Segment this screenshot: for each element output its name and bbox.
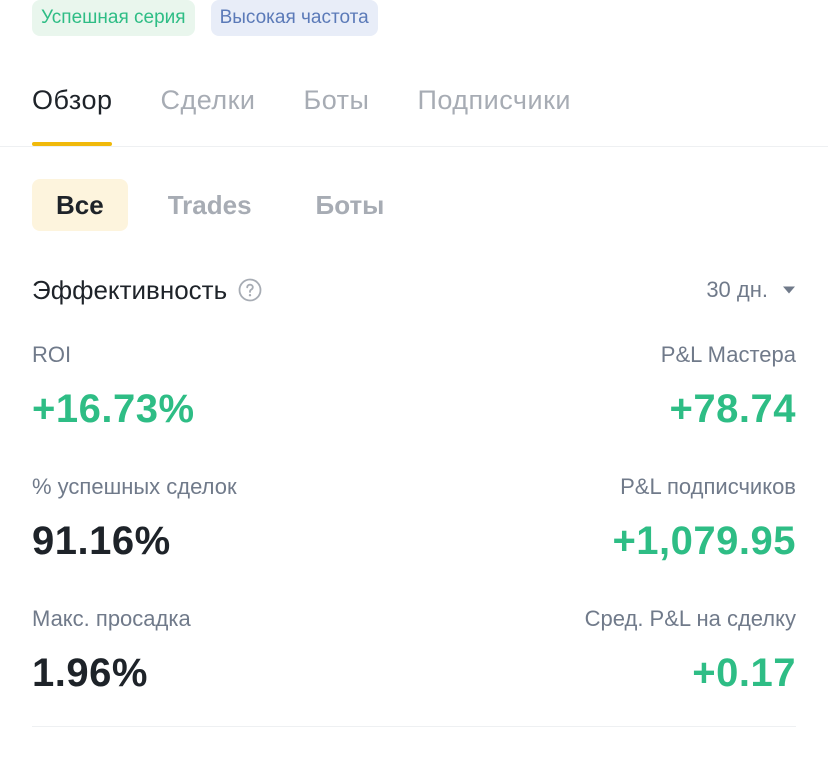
tabs-divider: [0, 146, 828, 147]
tab-overview[interactable]: Обзор: [32, 70, 113, 146]
caret-down-icon: [782, 285, 796, 295]
bottom-divider: [32, 726, 796, 727]
metric-value: +0.17: [692, 651, 796, 695]
metric-roi: ROI +16.73%: [32, 340, 195, 434]
metric-master-pnl: P&L Мастера +78.74: [661, 340, 796, 434]
metric-label: Сред. P&L на сделку: [584, 606, 796, 631]
metric-value: 91.16%: [32, 519, 171, 563]
metric-label: Макс. просадка: [32, 606, 191, 631]
metric-label: ROI: [32, 342, 72, 367]
metric-value: 1.96%: [32, 651, 148, 695]
performance-title-group: Эффективность: [32, 275, 262, 306]
subtab-bots[interactable]: Боты: [292, 179, 409, 231]
trader-badges: Успешная серия Высокая частота: [32, 0, 378, 36]
high-frequency-badge: Высокая частота: [210, 0, 378, 36]
success-streak-badge: Успешная серия: [32, 0, 195, 36]
metric-value: +1,079.95: [612, 519, 796, 563]
performance-title: Эффективность: [32, 274, 228, 305]
metric-value: +16.73%: [32, 387, 195, 431]
metric-max-drawdown: Макс. просадка 1.96%: [32, 604, 191, 698]
metric-label: P&L Мастера: [660, 342, 796, 367]
question-circle-icon[interactable]: [238, 278, 262, 302]
tab-trades[interactable]: Сделки: [160, 70, 255, 146]
metric-value: +78.74: [669, 387, 796, 431]
sub-tabs: Все Trades Боты: [32, 179, 424, 231]
period-selector[interactable]: 30 дн.: [706, 277, 796, 303]
performance-header: Эффективность 30 дн.: [32, 270, 796, 310]
tab-followers[interactable]: Подписчики: [417, 70, 571, 146]
metric-label: P&L подписчиков: [620, 474, 796, 499]
metric-avg-pnl-per-trade: Сред. P&L на сделку +0.17: [585, 604, 796, 698]
period-label: 30 дн.: [706, 277, 768, 302]
metric-label: % успешных сделок: [32, 474, 237, 499]
main-tabs: Обзор Сделки Боты Подписчики: [32, 70, 828, 146]
subtab-all[interactable]: Все: [32, 179, 128, 231]
subtab-trades[interactable]: Trades: [144, 179, 276, 231]
metric-followers-pnl: P&L подписчиков +1,079.95: [612, 472, 796, 566]
tab-bots[interactable]: Боты: [304, 70, 370, 146]
metric-win-rate: % успешных сделок 91.16%: [32, 472, 237, 566]
